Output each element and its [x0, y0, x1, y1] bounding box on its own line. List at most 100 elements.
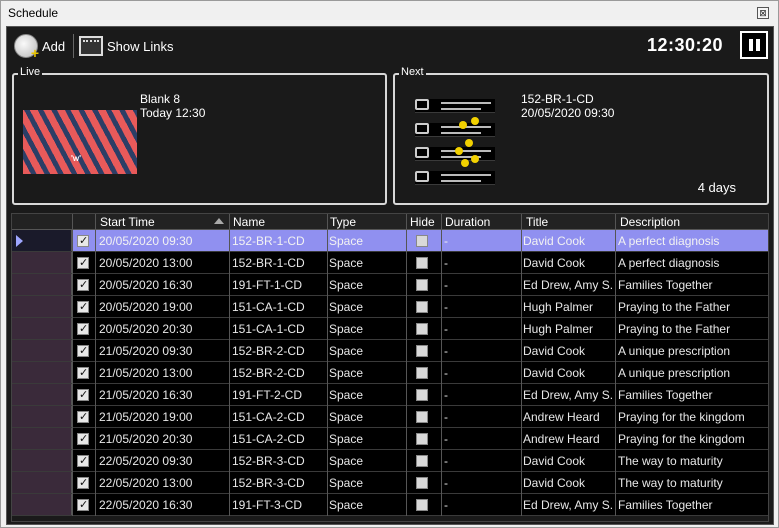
table-row[interactable]: 21/05/2020 20:30 151-CA-2-CD Space - Andrew …: [12, 428, 768, 450]
row-divider: [441, 252, 442, 274]
hide-checkbox[interactable]: [416, 411, 428, 423]
column-header-title[interactable]: Title: [526, 215, 548, 229]
row-indicator[interactable]: [12, 252, 72, 273]
add-button[interactable]: Add: [14, 33, 65, 61]
row-indicator[interactable]: [12, 428, 72, 449]
row-divider: [327, 450, 328, 472]
enabled-checkbox[interactable]: [77, 410, 89, 423]
hide-checkbox[interactable]: [416, 433, 428, 445]
row-indicator[interactable]: [12, 296, 72, 317]
row-divider: [615, 296, 616, 318]
column-header-start-time[interactable]: Start Time: [100, 215, 155, 229]
table-row[interactable]: 20/05/2020 20:30 151-CA-1-CD Space - Hugh Pa…: [12, 318, 768, 340]
enabled-checkbox[interactable]: [77, 234, 89, 247]
row-indicator[interactable]: [12, 274, 72, 295]
row-indicator[interactable]: [12, 384, 72, 405]
enabled-checkbox[interactable]: [77, 278, 89, 291]
row-divider: [229, 252, 230, 274]
table-row[interactable]: 22/05/2020 13:00 152-BR-3-CD Space - David C…: [12, 472, 768, 494]
hide-checkbox[interactable]: [416, 257, 428, 269]
column-header-hide[interactable]: Hide: [410, 215, 435, 229]
enabled-checkbox[interactable]: [77, 300, 89, 313]
table-row[interactable]: 21/05/2020 09:30 152-BR-2-CD Space - David C…: [12, 340, 768, 362]
row-divider: [229, 230, 230, 252]
row-divider: [229, 340, 230, 362]
show-links-button[interactable]: Show Links: [79, 33, 173, 59]
cell-description: A unique prescription: [618, 344, 731, 358]
hide-checkbox[interactable]: [416, 323, 428, 335]
row-divider: [95, 362, 96, 384]
row-divider: [95, 252, 96, 274]
row-indicator[interactable]: [12, 230, 72, 251]
table-row[interactable]: 20/05/2020 13:00 152-BR-1-CD Space - David C…: [12, 252, 768, 274]
table-row[interactable]: 22/05/2020 09:30 152-BR-3-CD Space - David C…: [12, 450, 768, 472]
cell-description: The way to maturity: [618, 476, 723, 490]
enabled-checkbox[interactable]: [77, 476, 89, 489]
cell-duration: -: [444, 388, 448, 402]
cell-title: David Cook: [523, 234, 586, 248]
hide-checkbox[interactable]: [416, 301, 428, 313]
row-divider: [521, 340, 522, 362]
row-divider: [229, 362, 230, 384]
row-indicator[interactable]: [12, 340, 72, 361]
row-divider: [441, 428, 442, 450]
row-indicator[interactable]: [12, 362, 72, 383]
column-header-duration[interactable]: Duration: [445, 215, 490, 229]
enabled-checkbox[interactable]: [77, 454, 89, 467]
column-header-type[interactable]: Type: [330, 215, 356, 229]
hide-checkbox[interactable]: [416, 477, 428, 489]
header-divider: [521, 214, 522, 230]
hide-checkbox[interactable]: [416, 367, 428, 379]
row-divider: [327, 406, 328, 428]
enabled-checkbox[interactable]: [77, 256, 89, 269]
cell-type: Space: [329, 234, 364, 248]
row-divider: [615, 252, 616, 274]
row-divider: [72, 318, 73, 340]
column-header-name[interactable]: Name: [233, 215, 265, 229]
table-row[interactable]: 20/05/2020 19:00 151-CA-1-CD Space - Hugh Pa…: [12, 296, 768, 318]
row-indicator[interactable]: [12, 450, 72, 471]
hide-checkbox[interactable]: [416, 389, 428, 401]
cell-duration: -: [444, 366, 448, 380]
enabled-checkbox[interactable]: [77, 322, 89, 335]
cell-description: Praying for the kingdom: [618, 410, 745, 424]
table-row[interactable]: 20/05/2020 09:30 152-BR-1-CD Space - David C…: [12, 230, 768, 252]
hide-checkbox[interactable]: [416, 279, 428, 291]
row-divider: [441, 494, 442, 516]
column-header-description[interactable]: Description: [620, 215, 680, 229]
hide-checkbox[interactable]: [416, 499, 428, 511]
enabled-checkbox[interactable]: [77, 344, 89, 357]
enabled-checkbox[interactable]: [77, 498, 89, 511]
table-row[interactable]: 21/05/2020 19:00 151-CA-2-CD Space - Andrew …: [12, 406, 768, 428]
row-indicator[interactable]: [12, 494, 72, 515]
thumb-blob: [465, 139, 473, 147]
cell-title: Ed Drew, Amy S...: [523, 278, 613, 292]
row-divider: [441, 406, 442, 428]
table-row[interactable]: 21/05/2020 16:30 191-FT-2-CD Space - Ed Drew…: [12, 384, 768, 406]
row-divider: [229, 494, 230, 516]
enabled-checkbox[interactable]: [77, 388, 89, 401]
hide-checkbox[interactable]: [416, 455, 428, 467]
row-indicator[interactable]: [12, 406, 72, 427]
row-divider: [72, 252, 73, 274]
hide-checkbox[interactable]: [416, 235, 428, 247]
row-divider: [521, 494, 522, 516]
next-box: Next 152-BR-1-CD 20/05/2020 09:30 4 days: [393, 66, 769, 205]
row-indicator[interactable]: [12, 318, 72, 339]
cell-name: 191-FT-3-CD: [232, 498, 303, 512]
enabled-checkbox[interactable]: [77, 366, 89, 379]
cell-start-time: 21/05/2020 13:00: [99, 366, 193, 380]
hide-checkbox[interactable]: [416, 345, 428, 357]
table-row[interactable]: 21/05/2020 13:00 152-BR-2-CD Space - David C…: [12, 362, 768, 384]
close-button[interactable]: ⊠: [757, 7, 769, 19]
pause-button[interactable]: [740, 31, 768, 59]
cell-name: 191-FT-2-CD: [232, 388, 303, 402]
row-divider: [615, 472, 616, 494]
table-row[interactable]: 22/05/2020 16:30 191-FT-3-CD Space - Ed Drew…: [12, 494, 768, 516]
row-indicator[interactable]: [12, 472, 72, 493]
table-row[interactable]: 20/05/2020 16:30 191-FT-1-CD Space - Ed Drew…: [12, 274, 768, 296]
cell-name: 151-CA-2-CD: [232, 410, 305, 424]
cell-title: David Cook: [523, 454, 586, 468]
cell-type: Space: [329, 300, 364, 314]
enabled-checkbox[interactable]: [77, 432, 89, 445]
